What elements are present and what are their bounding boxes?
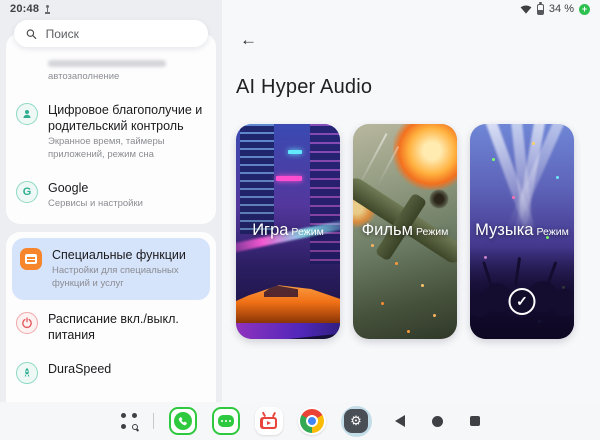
movie-mode-label: ФильмРежим	[353, 221, 457, 240]
google-icon: G	[16, 181, 38, 203]
app-drawer-icon[interactable]	[121, 413, 138, 430]
sidebar-item-digital-wellbeing[interactable]: Цифровое благополучие и родительский кон…	[6, 93, 216, 171]
sidebar-item-title: DuraSpeed	[48, 361, 206, 377]
tv-app-icon[interactable]	[255, 407, 283, 435]
wifi-icon	[520, 4, 532, 14]
sidebar-item-special-functions[interactable]: Специальные функции Настройки для специа…	[12, 238, 210, 300]
nav-recents-button[interactable]	[470, 416, 480, 426]
sidebar-item-subtitle: Настройки для специальных функций и услу…	[52, 265, 202, 291]
sidebar-item-system[interactable]: Система Языки, время, жесты, резервное к…	[6, 393, 216, 402]
sidebar-card-bottom: Специальные функции Настройки для специа…	[6, 232, 216, 402]
messages-app-icon[interactable]	[212, 407, 240, 435]
sidebar-item-subtitle: Сервисы и настройки	[48, 198, 206, 211]
game-mode-card[interactable]: ИграРежим	[236, 124, 340, 339]
selected-check-icon: ✓	[509, 288, 536, 315]
gear-icon: ⚙	[344, 409, 368, 433]
sidebar-item-title: Расписание вкл./выкл. питания	[48, 311, 206, 344]
sidebar-item-subtitle: Экранное время, таймеры приложений, режи…	[48, 136, 206, 162]
settings-sidebar: автозаполнение Цифровое благополучие и р…	[0, 0, 222, 402]
sidebar-item-title: Google	[48, 180, 206, 196]
status-indicator-icon	[44, 5, 51, 14]
special-functions-icon	[20, 248, 42, 270]
search-icon	[26, 28, 37, 40]
battery-percent: 34 %	[549, 3, 574, 15]
wellbeing-person-icon	[16, 103, 38, 125]
chrome-app-icon[interactable]	[298, 407, 326, 435]
clock: 20:48	[10, 3, 39, 15]
obscured-text-line	[48, 60, 166, 67]
search-input[interactable]	[46, 27, 196, 41]
chat-bubble-icon	[218, 415, 234, 427]
sidebar-item-power-schedule[interactable]: Расписание вкл./выкл. питания	[6, 302, 216, 353]
music-mode-label: МузыкаРежим	[470, 221, 574, 240]
music-mode-card[interactable]: МузыкаРежим ✓	[470, 124, 574, 339]
search-bar[interactable]	[14, 20, 208, 47]
audio-mode-cards: ИграРежим ФильмРежим МузыкаРежим	[236, 124, 600, 339]
sidebar-item-title: Цифровое благополучие и родительский кон…	[48, 102, 206, 135]
sidebar-item-google[interactable]: G Google Сервисы и настройки	[6, 171, 216, 220]
power-schedule-icon	[16, 312, 38, 334]
phone-app-icon[interactable]	[169, 407, 197, 435]
movie-mode-card[interactable]: ФильмРежим	[353, 124, 457, 339]
phone-handset-icon	[177, 416, 188, 427]
settings-app-icon-active[interactable]: ⚙	[341, 406, 372, 437]
sidebar-item-duraspeed[interactable]: DuraSpeed	[6, 352, 216, 393]
nav-home-button[interactable]	[432, 416, 443, 427]
status-bar: 20:48 34 % +	[0, 0, 600, 18]
sidebar-item-subtitle: автозаполнение	[48, 71, 206, 84]
game-mode-label: ИграРежим	[236, 221, 340, 240]
main-panel: ← AI Hyper Audio ИграРежим Филь	[222, 18, 600, 402]
back-button[interactable]: ←	[236, 28, 261, 52]
dock-divider	[153, 413, 154, 429]
page-title: AI Hyper Audio	[236, 76, 600, 99]
sidebar-card-top: автозаполнение Цифровое благополучие и р…	[6, 33, 216, 224]
sidebar-item-title: Специальные функции	[52, 247, 202, 263]
battery-icon	[537, 4, 544, 15]
sidebar-item-clipped[interactable]: автозаполнение	[6, 51, 216, 93]
nav-back-button[interactable]	[395, 415, 405, 427]
dock: ⚙	[0, 402, 600, 440]
rocket-icon	[16, 362, 38, 384]
power-saver-icon: +	[579, 4, 590, 15]
